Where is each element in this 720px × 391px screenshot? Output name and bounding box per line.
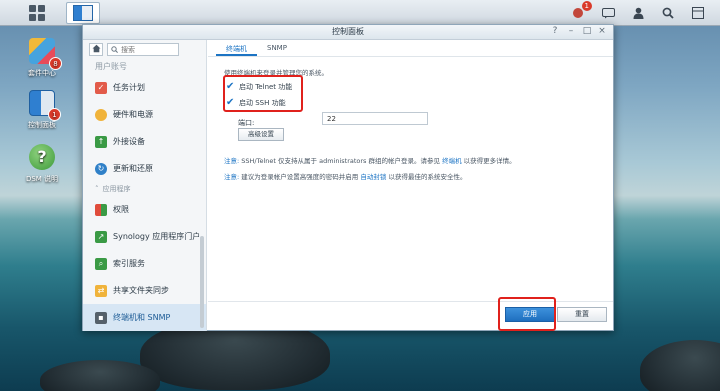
task-scheduler-icon: ✓ — [95, 81, 107, 94]
sidebar-item-hardware-power[interactable]: 硬件和电源 — [83, 101, 206, 128]
home-button[interactable] — [89, 43, 103, 56]
tab-snmp[interactable]: SNMP — [257, 42, 297, 56]
note-text: 以获得最佳的系统安全性。 — [388, 173, 467, 181]
desktop-icon-label: 套件中心 — [28, 69, 56, 77]
port-input[interactable] — [322, 112, 428, 125]
control-panel-icon — [73, 5, 93, 21]
port-label: 端口: — [238, 119, 255, 127]
sidebar-item-label: 索引服务 — [113, 259, 145, 268]
note-tag: 注意: — [224, 173, 240, 181]
terminal-help-link[interactable]: 终端机 — [442, 157, 462, 165]
control-panel-badge: 1 — [48, 108, 61, 121]
sidebar-item-terminal-snmp[interactable]: ▪ 终端机和 SNMP — [83, 304, 206, 331]
home-icon — [92, 44, 100, 53]
window-titlebar[interactable]: 控制面板 ? – □ × — [83, 25, 613, 40]
user-icon[interactable] — [630, 5, 646, 21]
sidebar-item-label: 用户账号 — [95, 62, 127, 71]
notification-badge: 1 — [581, 1, 592, 11]
taskbar: 1 — [0, 0, 720, 26]
window-title: 控制面板 — [332, 27, 364, 36]
chevron-up-icon: ˄ — [95, 185, 99, 193]
tab-bar: 终端机 SNMP — [216, 42, 297, 56]
indexing-icon: ⌕ — [95, 257, 107, 270]
sidebar-section-applications[interactable]: ˄ 应用程序 — [83, 182, 206, 196]
note-text: SSH/Telnet 仅支持从属于 administrators 群组的帐户登录… — [241, 157, 440, 165]
sidebar-item-label: Synology 应用程序门户 — [113, 232, 201, 241]
desktop-icon-control-panel[interactable]: 1 控制面板 — [12, 90, 72, 130]
external-device-icon: ↑ — [95, 135, 107, 148]
sidebar-item-update-restore[interactable]: ↻ 更新和还原 — [83, 155, 206, 182]
folder-sync-icon: ⇄ — [95, 284, 107, 297]
update-icon: ↻ — [95, 162, 107, 175]
maximize-icon[interactable]: □ — [581, 26, 593, 36]
grid-icon — [29, 5, 45, 21]
sidebar-item-label: 终端机和 SNMP — [113, 313, 171, 322]
sidebar-item-label: 权限 — [113, 205, 129, 214]
sidebar-item-shared-folder-sync[interactable]: ⇄ 共享文件夹同步 — [83, 277, 206, 304]
sidebar-item-label: 更新和还原 — [113, 164, 153, 173]
app-portal-icon: ↗ — [95, 230, 107, 243]
sidebar-item-label: 硬件和电源 — [113, 110, 153, 119]
main-menu-button[interactable] — [24, 2, 50, 24]
terminal-icon: ▪ — [95, 311, 107, 324]
close-icon[interactable]: × — [596, 26, 608, 36]
reset-button[interactable]: 重置 — [557, 307, 607, 322]
sidebar-scrollbar[interactable] — [200, 236, 204, 328]
sidebar-item-indexing-service[interactable]: ⌕ 索引服务 — [83, 250, 206, 277]
search-icon — [111, 46, 118, 53]
note-security: 注意: 建议为登录帐户设置高强度的密码并启用 自动封锁 以获得最佳的系统安全性。 — [224, 171, 604, 181]
control-panel-icon: 1 — [29, 90, 61, 121]
highlight-apply-button — [498, 297, 556, 331]
minimize-icon[interactable]: – — [565, 26, 577, 36]
sidebar-item-privileges[interactable]: 权限 — [83, 196, 206, 223]
sidebar-search-input[interactable] — [121, 45, 175, 54]
privileges-icon — [95, 203, 107, 216]
note-tag: 注意: — [224, 157, 240, 165]
auto-block-link[interactable]: 自动封锁 — [360, 173, 386, 181]
notification-icon[interactable]: 1 — [570, 1, 592, 21]
control-panel-window: 控制面板 ? – □ × 用户账号 ✓ 任务计划 硬件 — [82, 24, 614, 331]
sidebar-section-label: 应用程序 — [102, 185, 131, 193]
rock — [640, 340, 720, 391]
tab-terminal[interactable]: 终端机 — [216, 42, 257, 56]
search-icon[interactable] — [660, 5, 676, 21]
desktop-icon-label: 控制面板 — [28, 121, 56, 129]
sidebar-search[interactable] — [107, 43, 179, 56]
sidebar-item-task-scheduler[interactable]: ✓ 任务计划 — [83, 74, 206, 101]
desktop-icon-dsm-help[interactable]: ? DSM 说明 — [12, 144, 72, 184]
sidebar-item-user-partial[interactable]: 用户账号 — [83, 60, 206, 74]
desktop-icon-package-center[interactable]: 8 套件中心 — [12, 38, 72, 78]
sidebar-item-external-devices[interactable]: ↑ 外接设备 — [83, 128, 206, 155]
lightbulb-icon — [95, 108, 107, 121]
desktop-icon-label: DSM 说明 — [25, 175, 59, 183]
package-center-badge: 8 — [49, 57, 62, 70]
sidebar-item-label: 外接设备 — [113, 137, 145, 146]
help-icon: ? — [29, 144, 55, 170]
sidebar-item-app-portal[interactable]: ↗ Synology 应用程序门户 — [83, 223, 206, 250]
sidebar-item-label: 共享文件夹同步 — [113, 286, 169, 295]
sidebar-item-label: 任务计划 — [113, 83, 145, 92]
sidebar: 用户账号 ✓ 任务计划 硬件和电源 ↑ 外接设备 ↻ 更新和还原 ˄ 应用程序 — [83, 40, 207, 331]
advanced-settings-button[interactable]: 高级设置 — [238, 128, 284, 141]
chat-icon[interactable] — [600, 5, 616, 21]
widgets-icon[interactable] — [690, 5, 706, 21]
help-icon[interactable]: ? — [549, 26, 561, 36]
note-ssh-telnet: 注意: SSH/Telnet 仅支持从属于 administrators 群组的… — [224, 155, 604, 165]
tab-divider — [208, 56, 613, 57]
highlight-checkboxes — [223, 75, 303, 112]
package-center-icon: 8 — [29, 38, 62, 70]
taskbar-control-panel-button[interactable] — [66, 2, 100, 24]
note-text: 以获得更多详情。 — [463, 157, 516, 165]
note-text: 建议为登录帐户设置高强度的密码并启用 — [241, 173, 359, 181]
